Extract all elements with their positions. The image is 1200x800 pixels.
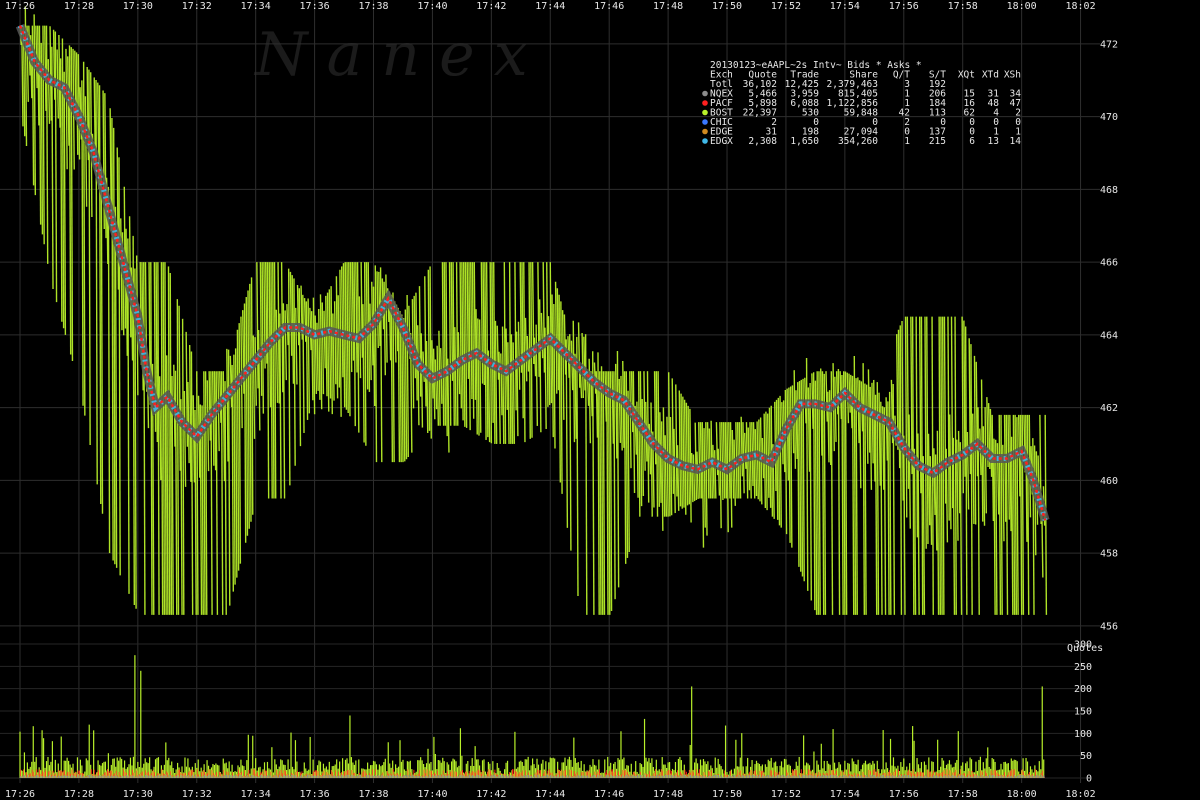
x-tick-label-bottom: 17:52 [771, 789, 801, 800]
legend-header: XQt [958, 70, 975, 81]
x-tick-label-top: 17:58 [948, 1, 978, 12]
quotes-tick-label: 0 [1086, 774, 1092, 785]
y-tick-label: 472 [1100, 39, 1118, 50]
x-tick-label-bottom: 18:00 [1007, 789, 1037, 800]
legend-cell: 354,260 [838, 136, 878, 147]
quotes-axis-label: Quotes [1067, 643, 1103, 654]
y-tick-label: 462 [1100, 403, 1118, 414]
x-tick-label-bottom: 17:42 [476, 789, 506, 800]
x-tick-label-bottom: 17:34 [241, 789, 271, 800]
x-tick-label-top: 17:42 [476, 1, 506, 12]
x-tick-label-bottom: 17:48 [653, 789, 683, 800]
y-tick-label: 464 [1100, 330, 1118, 341]
x-tick-label-top: 18:00 [1007, 1, 1037, 12]
x-tick-label-bottom: 17:32 [182, 789, 212, 800]
y-tick-label: 456 [1100, 621, 1118, 632]
legend-marker-pacf [702, 100, 708, 106]
y-tick-label: 470 [1100, 112, 1118, 123]
legend-cell: EDGX [710, 136, 733, 147]
x-tick-label-bottom: 17:58 [948, 789, 978, 800]
legend-marker-edgx [702, 138, 708, 144]
x-tick-label-bottom: 17:36 [300, 789, 330, 800]
x-tick-label-top: 17:56 [889, 1, 919, 12]
x-tick-label-bottom: 17:30 [123, 789, 153, 800]
y-tick-label: 468 [1100, 185, 1118, 196]
quotes-tick-label: 50 [1080, 751, 1092, 762]
quotes-tick-label: 100 [1074, 729, 1092, 740]
quotes-tick-label: 250 [1074, 662, 1092, 673]
x-tick-label-top: 17:26 [5, 1, 35, 12]
x-tick-label-top: 17:38 [358, 1, 388, 12]
x-tick-label-top: 17:32 [182, 1, 212, 12]
legend-cell: 6 [969, 136, 975, 147]
x-tick-label-bottom: 17:28 [64, 789, 94, 800]
legend-header: XTd [982, 70, 999, 81]
y-tick-label: 458 [1100, 549, 1118, 560]
x-tick-label-top: 17:50 [712, 1, 742, 12]
x-tick-label-bottom: 18:02 [1065, 789, 1095, 800]
legend-cell: 1,650 [790, 136, 819, 147]
legend-cell: 1 [904, 136, 910, 147]
quotes-tick-label: 150 [1074, 707, 1092, 718]
y-tick-label: 466 [1100, 258, 1118, 269]
x-tick-label-top: 17:44 [535, 1, 565, 12]
legend-cell: 2,308 [748, 136, 777, 147]
x-tick-label-bottom: 17:54 [830, 789, 860, 800]
legend-marker-nqex [702, 90, 708, 97]
legend-header: XSh [1004, 70, 1021, 81]
quotes-tick-label: 200 [1074, 684, 1092, 695]
price-quote-chart: N a n e x 17:26 17:26 17:28 17:28 17:30 17:30… [0, 0, 1200, 800]
x-tick-label-top: 17:34 [241, 1, 271, 12]
x-tick-label-top: 17:28 [64, 1, 94, 12]
x-tick-label-top: 17:54 [830, 1, 860, 12]
x-tick-label-top: 17:46 [594, 1, 624, 12]
legend-marker-edge [702, 128, 708, 135]
x-tick-label-top: 17:52 [771, 1, 801, 12]
y-tick-label: 460 [1100, 476, 1118, 487]
legend-cell: 215 [929, 136, 946, 147]
legend-cell: 13 [988, 136, 999, 147]
watermark: N a n e x [253, 20, 528, 90]
x-tick-label-bottom: 17:40 [417, 789, 447, 800]
x-tick-label-bottom: 17:44 [535, 789, 565, 800]
x-tick-label-top: 18:02 [1065, 1, 1095, 12]
x-tick-label-top: 17:48 [653, 1, 683, 12]
x-tick-label-top: 17:30 [123, 1, 153, 12]
x-tick-label-top: 17:36 [300, 1, 330, 12]
x-tick-label-bottom: 17:26 [5, 789, 35, 800]
x-tick-label-top: 17:40 [417, 1, 447, 12]
x-tick-label-bottom: 17:56 [889, 789, 919, 800]
legend-marker-chic [702, 119, 708, 125]
x-tick-label-bottom: 17:38 [358, 789, 388, 800]
legend-cell: 14 [1010, 136, 1022, 147]
legend-marker-bost [702, 109, 708, 116]
x-tick-label-bottom: 17:46 [594, 789, 624, 800]
x-tick-label-bottom: 17:50 [712, 789, 742, 800]
